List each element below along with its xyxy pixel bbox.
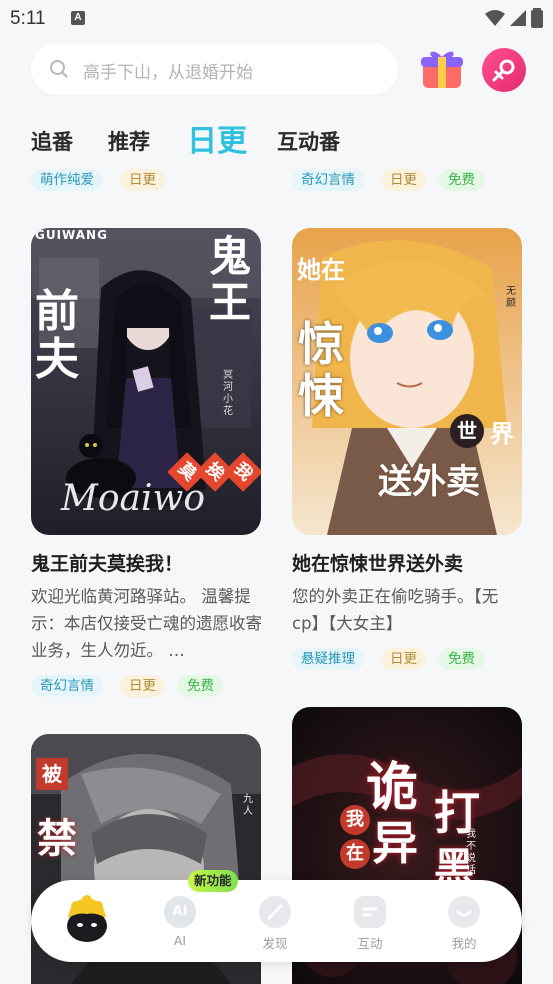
- discover-icon: [259, 896, 291, 928]
- nav-interact-label: 互动: [357, 936, 383, 951]
- cover-jin: 禁: [37, 815, 77, 862]
- game-controller-button[interactable]: [482, 48, 526, 92]
- nav-ai-label: AI: [173, 933, 187, 948]
- status-time: 5:11: [10, 8, 46, 29]
- signal-icon: [510, 10, 526, 26]
- cover-yi: 异: [372, 816, 418, 870]
- tag-free: 免费: [439, 169, 484, 191]
- cover-jie: 界: [490, 419, 514, 448]
- cover-author: 冥河小花: [223, 370, 233, 417]
- notification-a-icon: A: [71, 11, 85, 25]
- cover-bei: 被: [36, 758, 68, 790]
- card-title[interactable]: 她在惊悚世界送外卖: [292, 549, 463, 576]
- profile-icon: [448, 896, 480, 928]
- search-placeholder: 高手下山，从退婚开始: [83, 63, 253, 83]
- tag-genre: 萌作纯爱: [31, 169, 103, 191]
- interact-icon: [354, 896, 386, 928]
- gift-icon[interactable]: [419, 46, 465, 92]
- home-mascot-icon[interactable]: [62, 892, 112, 944]
- cover-subtitle: 我不说话: [466, 829, 476, 876]
- nav-discover-label: 发现: [262, 936, 288, 951]
- tab-tuijian[interactable]: 推荐: [108, 126, 150, 156]
- status-icons: [485, 8, 543, 28]
- nav-profile[interactable]: 我的: [434, 896, 494, 952]
- cover-title-guiwang: 鬼王: [209, 232, 252, 327]
- tag-update: 日更: [381, 648, 426, 670]
- tag-update: 日更: [120, 169, 165, 191]
- tab-hudongfan[interactable]: 互动番: [277, 126, 340, 156]
- cover-wo-badge: 我: [340, 805, 370, 835]
- cover-zai-badge: 在: [340, 839, 370, 869]
- card-title[interactable]: 鬼王前夫莫挨我！: [31, 549, 183, 576]
- ai-icon: AI: [164, 896, 196, 928]
- cover-tazai: 她在: [297, 255, 345, 284]
- nav-ai[interactable]: AI AI: [150, 896, 210, 948]
- nav-discover[interactable]: 发现: [245, 896, 305, 952]
- cover-title-qianfu: 前夫: [35, 286, 79, 385]
- cover-shi: 世: [450, 414, 484, 448]
- cover-jingsong: 惊悚: [298, 317, 344, 423]
- tag-genre: 奇幻言情: [31, 675, 103, 697]
- tab-rigeng[interactable]: 日更: [187, 116, 247, 160]
- tag-genre: 悬疑推理: [292, 648, 364, 670]
- battery-icon: [531, 8, 543, 28]
- category-tabs: 追番 推荐 日更 互动番: [31, 116, 551, 164]
- book-cover-guiwang[interactable]: 前夫 鬼王 莫 挨 我 Moaiwo GUIWANG 冥河小花: [31, 228, 261, 535]
- tag-free: 免费: [439, 648, 484, 670]
- cover-author: 无颜: [506, 286, 516, 309]
- tag-genre: 奇幻言情: [292, 169, 364, 191]
- card-description: 您的外卖正在偷吃骑手。【无cp】【大女主】: [292, 587, 499, 633]
- search-icon: [50, 60, 68, 78]
- tag-update: 日更: [381, 169, 426, 191]
- card-description: 欢迎光临黄河路驿站。 温馨提示：本店仅接受亡魂的遗愿收寄业务，生人勿近。 …: [31, 587, 262, 660]
- wifi-icon: [485, 10, 505, 26]
- status-bar: 5:11 A: [0, 0, 553, 38]
- book-cover-waimai[interactable]: 她在 惊悚 世 界 送外卖 无颜: [292, 228, 522, 535]
- cover-songwaimai: 送外卖: [378, 462, 480, 502]
- tag-update: 日更: [120, 675, 165, 697]
- cover-jiuren: 九人: [243, 794, 253, 817]
- tag-free: 免费: [178, 675, 223, 697]
- cover-moaiwo-script: Moaiwo: [61, 478, 205, 519]
- tab-zhuifan[interactable]: 追番: [31, 126, 73, 156]
- new-feature-badge: 新功能: [188, 870, 238, 892]
- nav-interact[interactable]: 互动: [340, 896, 400, 952]
- game-controller-icon: [492, 59, 515, 82]
- nav-profile-label: 我的: [451, 936, 477, 951]
- search-bar[interactable]: 高手下山，从退婚开始: [31, 43, 398, 95]
- cover-guiwang-latin: GUIWANG: [35, 228, 108, 242]
